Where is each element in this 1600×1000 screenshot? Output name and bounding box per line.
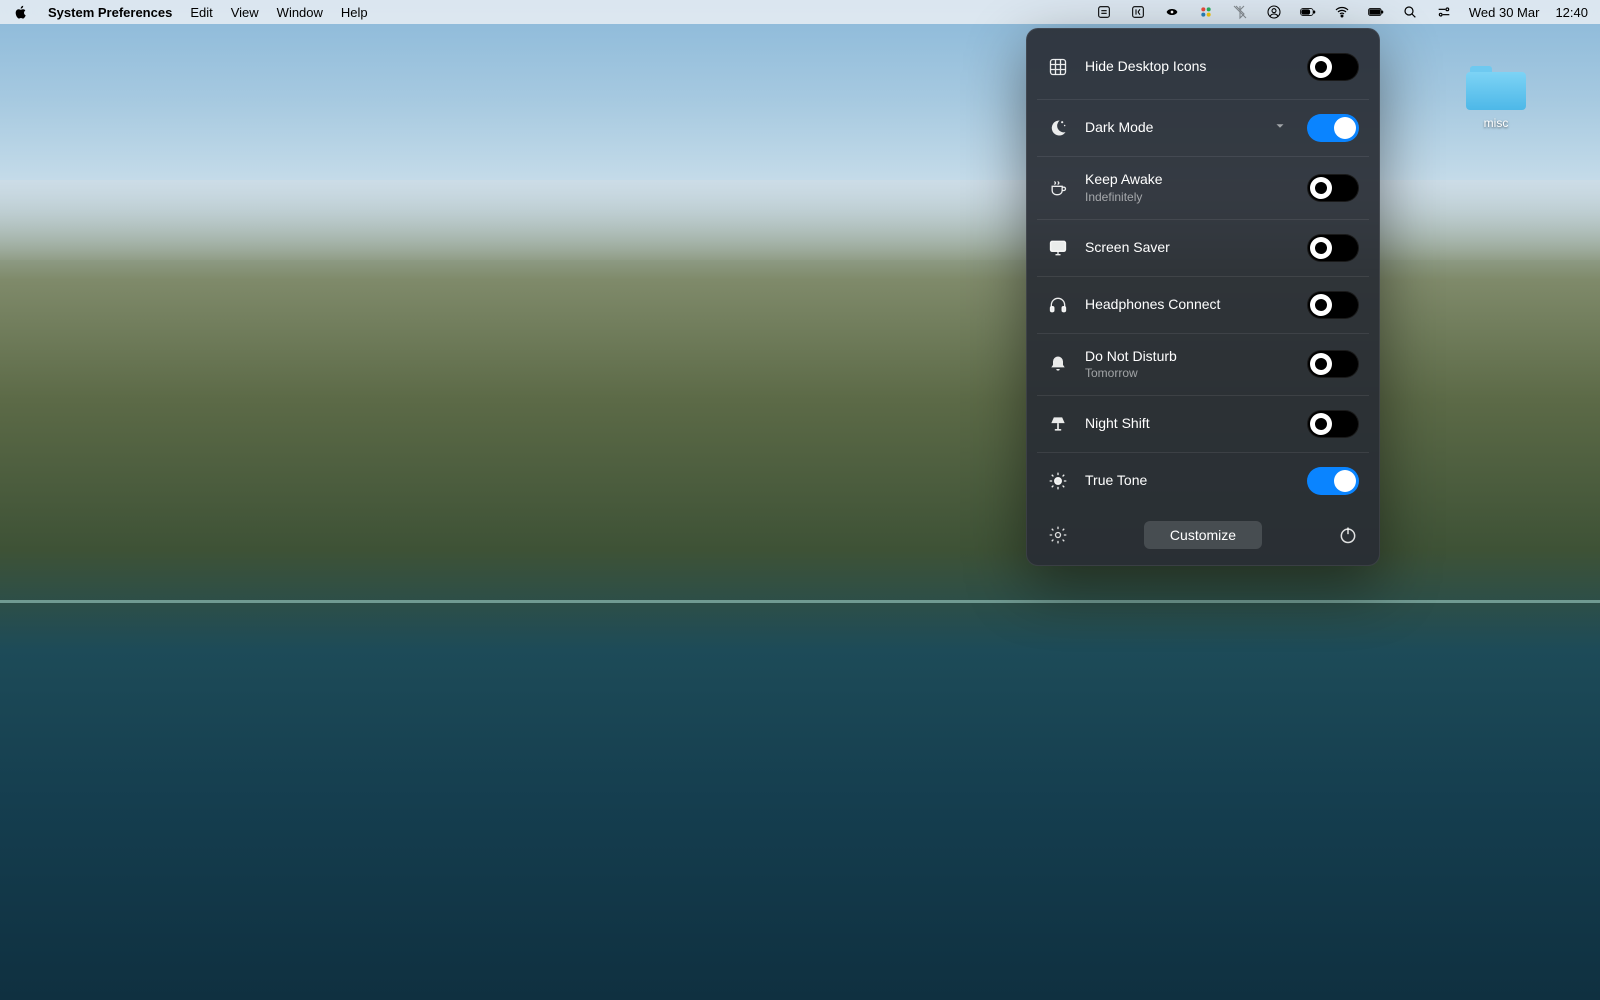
menubar-extra-app-4-icon[interactable] <box>1197 3 1215 21</box>
wallpaper-shoreline <box>0 600 1600 603</box>
toggle-do-not-disturb[interactable] <box>1307 350 1359 378</box>
menubar: System Preferences Edit View Window Help <box>0 0 1600 24</box>
row-label: True Tone <box>1085 472 1291 490</box>
row-sublabel: Tomorrow <box>1085 366 1291 381</box>
row-hide-desktop-icons[interactable]: Hide Desktop Icons <box>1027 35 1379 99</box>
row-label: Night Shift <box>1085 415 1291 433</box>
customize-button[interactable]: Customize <box>1144 521 1262 549</box>
row-dark-mode[interactable]: Dark Mode <box>1037 99 1369 156</box>
row-true-tone[interactable]: True Tone <box>1037 452 1369 509</box>
user-account-icon[interactable] <box>1265 3 1283 21</box>
toggle-night-shift[interactable] <box>1307 410 1359 438</box>
menubar-menu-edit[interactable]: Edit <box>190 5 212 20</box>
menubar-time[interactable]: 12:40 <box>1555 5 1588 20</box>
desktop-folder-label: misc <box>1456 116 1536 130</box>
row-do-not-disturb[interactable]: Do Not Disturb Tomorrow <box>1037 333 1369 396</box>
monitor-icon <box>1047 237 1069 259</box>
row-label: Hide Desktop Icons <box>1085 58 1291 76</box>
wifi-icon[interactable] <box>1333 3 1351 21</box>
headphones-icon <box>1047 294 1069 316</box>
bell-icon <box>1047 353 1069 375</box>
apple-menu-icon[interactable] <box>12 3 30 21</box>
row-screen-saver[interactable]: Screen Saver <box>1037 219 1369 276</box>
panel-footer: Customize <box>1027 509 1379 551</box>
battery-pill-icon[interactable] <box>1299 3 1317 21</box>
row-label: Do Not Disturb <box>1085 348 1291 366</box>
menubar-menu-window[interactable]: Window <box>277 5 323 20</box>
grid-icon <box>1047 56 1069 78</box>
true-tone-icon <box>1047 470 1069 492</box>
toggle-keep-awake[interactable] <box>1307 174 1359 202</box>
menubar-date[interactable]: Wed 30 Mar <box>1469 5 1540 20</box>
power-icon[interactable] <box>1337 524 1359 546</box>
lamp-icon <box>1047 413 1069 435</box>
toggle-dark-mode[interactable] <box>1307 114 1359 142</box>
row-label: Screen Saver <box>1085 239 1291 257</box>
toggle-true-tone[interactable] <box>1307 467 1359 495</box>
toggle-screen-saver[interactable] <box>1307 234 1359 262</box>
menubar-extra-app-2-icon[interactable] <box>1129 3 1147 21</box>
battery-icon[interactable] <box>1367 3 1385 21</box>
spotlight-search-icon[interactable] <box>1401 3 1419 21</box>
row-headphones-connect[interactable]: Headphones Connect <box>1037 276 1369 333</box>
quick-toggles-panel: Hide Desktop Icons Dark Mode Keep Awake … <box>1026 28 1380 566</box>
moon-icon <box>1047 117 1069 139</box>
coffee-cup-icon <box>1047 177 1069 199</box>
chevron-down-icon[interactable] <box>1273 119 1287 138</box>
bluetooth-off-icon[interactable] <box>1231 3 1249 21</box>
menubar-app-name[interactable]: System Preferences <box>48 5 172 20</box>
row-label: Headphones Connect <box>1085 296 1291 314</box>
row-night-shift[interactable]: Night Shift <box>1037 395 1369 452</box>
toggle-hide-desktop-icons[interactable] <box>1307 53 1359 81</box>
menubar-extra-app-1-icon[interactable] <box>1095 3 1113 21</box>
menubar-extra-app-3-icon[interactable] <box>1163 3 1181 21</box>
row-keep-awake[interactable]: Keep Awake Indefinitely <box>1037 156 1369 219</box>
row-sublabel: Indefinitely <box>1085 190 1291 205</box>
folder-icon <box>1466 66 1526 110</box>
toggle-headphones-connect[interactable] <box>1307 291 1359 319</box>
row-label: Dark Mode <box>1085 119 1257 137</box>
menubar-menu-view[interactable]: View <box>231 5 259 20</box>
row-label: Keep Awake <box>1085 171 1291 189</box>
menubar-menu-help[interactable]: Help <box>341 5 368 20</box>
desktop-folder-misc[interactable]: misc <box>1456 66 1536 130</box>
settings-gear-icon[interactable] <box>1047 524 1069 546</box>
control-center-icon[interactable] <box>1435 3 1453 21</box>
